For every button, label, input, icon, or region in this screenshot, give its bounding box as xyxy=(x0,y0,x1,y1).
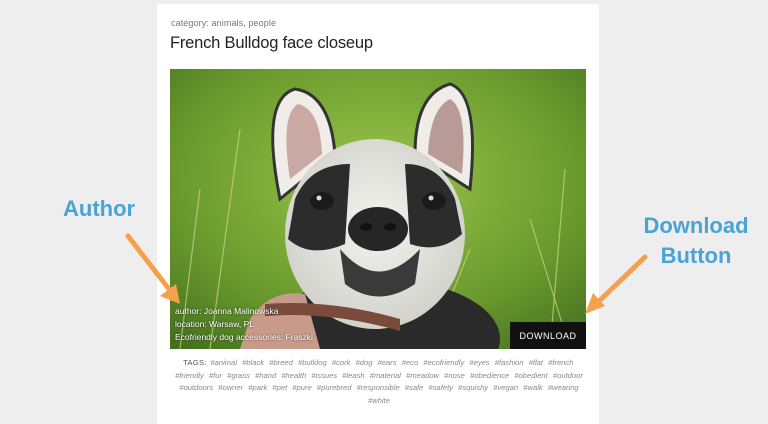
post-card: category: animals, people French Bulldog… xyxy=(157,4,599,424)
tag-link[interactable]: #black xyxy=(242,358,264,367)
tags-label: TAGS: xyxy=(183,358,207,367)
tag-link[interactable]: #bulldog xyxy=(298,358,327,367)
tag-link[interactable]: #friendly xyxy=(175,371,204,380)
tag-link[interactable]: #fashion xyxy=(495,358,524,367)
tag-link[interactable]: #wearing xyxy=(548,383,579,392)
tag-link[interactable]: #squishy xyxy=(458,383,488,392)
tag-link[interactable]: #grass xyxy=(227,371,250,380)
tag-link[interactable]: #nose xyxy=(444,371,465,380)
tag-link[interactable]: #dog xyxy=(356,358,373,367)
category-prefix: category: xyxy=(171,18,209,28)
tag-link[interactable]: #animal xyxy=(210,358,237,367)
tag-link[interactable]: #ecofriendly xyxy=(423,358,464,367)
tag-link[interactable]: #eyes xyxy=(469,358,489,367)
tag-link[interactable]: #outdoor xyxy=(553,371,583,380)
tag-link[interactable]: #park xyxy=(248,383,267,392)
download-annotation-label: Download Button xyxy=(633,211,759,271)
post-title: French Bulldog face closeup xyxy=(170,34,373,52)
tag-link[interactable]: #responsible xyxy=(357,383,400,392)
tag-link[interactable]: #french xyxy=(548,358,573,367)
tag-link[interactable]: #vegan xyxy=(493,383,518,392)
tag-link[interactable]: #safe xyxy=(405,383,424,392)
tag-link[interactable]: #outdoors xyxy=(179,383,213,392)
author-annotation-label: Author xyxy=(63,196,136,221)
tag-link[interactable]: #obedient xyxy=(514,371,547,380)
tag-link[interactable]: #purebred xyxy=(317,383,352,392)
tag-link[interactable]: #obedience xyxy=(470,371,509,380)
photo-caption: author: Joanna Malinowska location: Wars… xyxy=(175,305,313,344)
download-annotation-line2: Button xyxy=(660,243,732,268)
tag-link[interactable]: #owner xyxy=(218,383,243,392)
caption-credit[interactable]: Ecofriendly dog accessories: Fraszki xyxy=(175,331,313,344)
tag-link[interactable]: #eco xyxy=(402,358,418,367)
tag-link[interactable]: #walk xyxy=(523,383,542,392)
tag-link[interactable]: #ears xyxy=(378,358,397,367)
tag-link[interactable]: #leash xyxy=(342,371,364,380)
post-category: category: animals, people xyxy=(171,18,276,28)
tag-link[interactable]: #fur xyxy=(209,371,222,380)
tags-list: TAGS: #animal #black #breed #bulldog #co… xyxy=(173,357,585,407)
tag-link[interactable]: #pure xyxy=(292,383,311,392)
tag-link[interactable]: #hand xyxy=(255,371,276,380)
tag-link[interactable]: #meadow xyxy=(406,371,439,380)
dog-photo: author: Joanna Malinowska location: Wars… xyxy=(170,69,586,349)
download-annotation-line1: Download xyxy=(643,213,749,238)
tag-link[interactable]: #flat xyxy=(529,358,543,367)
tag-link[interactable]: #pet xyxy=(272,383,287,392)
download-button[interactable]: DOWNLOAD xyxy=(510,322,586,349)
tag-link[interactable]: #white xyxy=(368,396,390,405)
caption-author[interactable]: author: Joanna Malinowska xyxy=(175,305,313,318)
caption-location: location: Warsaw, PL xyxy=(175,319,255,329)
tag-link[interactable]: #material xyxy=(370,371,401,380)
tag-link[interactable]: #health xyxy=(281,371,306,380)
tag-link[interactable]: #breed xyxy=(269,358,293,367)
category-link-people[interactable]: people xyxy=(248,18,276,28)
category-link-animals[interactable]: animals xyxy=(212,18,244,28)
tag-link[interactable]: #cork xyxy=(332,358,351,367)
tag-link[interactable]: #safety xyxy=(429,383,453,392)
tag-link[interactable]: #issues xyxy=(311,371,337,380)
